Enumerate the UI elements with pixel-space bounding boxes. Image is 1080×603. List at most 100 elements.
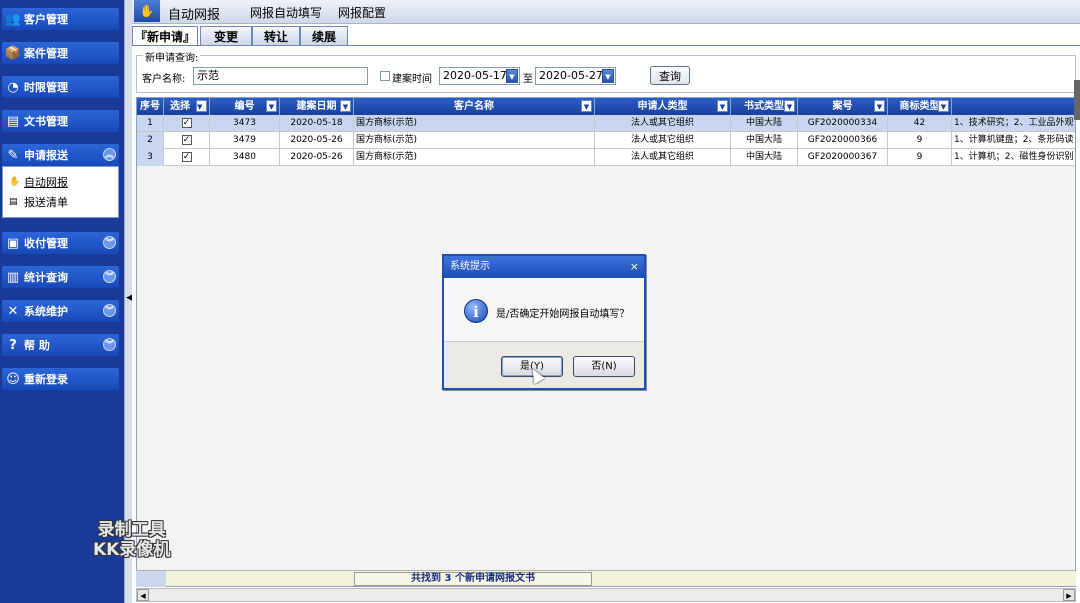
cell-case: GF2020000367 bbox=[798, 149, 888, 166]
col-header-case[interactable]: 案号 ▼ bbox=[798, 98, 888, 115]
table-row[interactable]: 2 ✓ 3479 2020-05-26 国方商标(示范) 法人或其它组织 中国大… bbox=[137, 132, 1075, 149]
scroll-right-icon[interactable]: ▶ bbox=[1063, 589, 1075, 601]
dropdown-icon[interactable]: ▼ bbox=[874, 100, 885, 112]
chevron-down-icon[interactable]: ▼ bbox=[506, 69, 518, 83]
result-count-text: 共找到 3 个新申请网报文书 bbox=[354, 572, 592, 586]
chevron-up-icon[interactable]: ︽ bbox=[103, 148, 116, 161]
chevron-down-icon[interactable]: ︾ bbox=[103, 236, 116, 249]
table-row[interactable]: 3 ✓ 3480 2020-05-26 国方商标(示范) 法人或其它组织 中国大… bbox=[137, 149, 1075, 166]
cell-number: 3473 bbox=[210, 115, 280, 132]
dropdown-icon[interactable]: ▼ bbox=[266, 100, 277, 112]
date-filter-checkbox[interactable] bbox=[380, 71, 390, 81]
vertical-scrollbar[interactable] bbox=[1074, 80, 1080, 120]
cell-applicant: 法人或其它组织 bbox=[595, 149, 731, 166]
dropdown-icon[interactable]: ▼ bbox=[581, 100, 592, 112]
sidebar-item-system[interactable]: ✕ 系统维护 ︾ bbox=[2, 300, 119, 322]
chevron-down-icon[interactable]: ︾ bbox=[103, 304, 116, 317]
cell-applicant: 法人或其它组织 bbox=[595, 132, 731, 149]
sidebar-item-relogin[interactable]: ☺ 重新登录 bbox=[2, 368, 119, 390]
query-button[interactable]: 查询 bbox=[650, 66, 690, 85]
dropdown-icon[interactable]: ▼ bbox=[196, 100, 207, 112]
sidebar-subitem-report-list[interactable]: ▤ 报送清单 bbox=[3, 192, 118, 212]
client-name-input[interactable]: 示范 bbox=[193, 67, 368, 85]
cell-format: 中国大陆 bbox=[731, 149, 798, 166]
cell-format: 中国大陆 bbox=[731, 115, 798, 132]
sidebar-item-payments[interactable]: ▣ 收付管理 ︾ bbox=[2, 232, 119, 254]
cell-case: GF2020000366 bbox=[798, 132, 888, 149]
col-header-seq[interactable]: 序号 bbox=[137, 98, 164, 115]
cell-select[interactable]: ✓ bbox=[164, 132, 210, 149]
sidebar-item-clients[interactable]: 👥 客户管理 bbox=[2, 8, 119, 30]
sidebar-item-help[interactable]: ? 帮 助 ︾ bbox=[2, 334, 119, 356]
dropdown-icon[interactable]: ▼ bbox=[717, 100, 728, 112]
sidebar-item-deadlines[interactable]: ◔ 时限管理 bbox=[2, 76, 119, 98]
cell-date: 2020-05-18 bbox=[280, 115, 354, 132]
col-header-select[interactable]: 选择 ▼ bbox=[164, 98, 210, 115]
cell-select[interactable]: ✓ bbox=[164, 149, 210, 166]
tab-renewal[interactable]: 续展 bbox=[300, 26, 348, 45]
col-header-number[interactable]: 编号 ▼ bbox=[210, 98, 280, 115]
date-to-value: 2020-05-27 bbox=[539, 69, 603, 82]
top-toolbar: ✋ 自动网报 网报自动填写 网报配置 bbox=[132, 0, 1080, 24]
page-title: 自动网报 bbox=[168, 8, 221, 23]
sidebar-item-documents[interactable]: ▤ 文书管理 bbox=[2, 110, 119, 132]
scroll-left-icon[interactable]: ◀ bbox=[137, 589, 149, 601]
sidebar: 👥 客户管理 📦 案件管理 ◔ 时限管理 ▤ 文书管理 ✎ 申请报送 ︽ ✋ 自动网报 ▤ 报送… bbox=[0, 0, 124, 603]
sidebar-item-stats[interactable]: ▥ 统计查询 ︾ bbox=[2, 266, 119, 288]
cell-number: 3479 bbox=[210, 132, 280, 149]
dialog-titlebar[interactable]: 系统提示 × bbox=[444, 256, 644, 278]
relogin-icon: ☺ bbox=[6, 371, 20, 387]
cell-trademark: 9 bbox=[888, 132, 952, 149]
dropdown-icon[interactable]: ▼ bbox=[784, 100, 795, 112]
sidebar-item-label: 重新登录 bbox=[24, 373, 68, 386]
cell-number: 3480 bbox=[210, 149, 280, 166]
clock-icon: ◔ bbox=[7, 79, 19, 95]
date-to-input[interactable]: 2020-05-27 ▼ bbox=[535, 67, 616, 85]
col-header-format[interactable]: 书式类型 ▼ bbox=[731, 98, 798, 115]
tab-transfer[interactable]: 转让 bbox=[252, 26, 300, 45]
row-checkbox[interactable]: ✓ bbox=[181, 151, 192, 162]
dropdown-icon[interactable]: ▼ bbox=[340, 100, 351, 112]
col-header-label: 商标类型 bbox=[899, 101, 940, 112]
watermark-line1: 录制工具 bbox=[97, 520, 166, 540]
close-icon[interactable]: × bbox=[630, 256, 639, 278]
col-header-label: 选择 bbox=[170, 101, 190, 112]
date-to-label: 至 bbox=[523, 74, 533, 85]
cell-select[interactable]: ✓ bbox=[164, 115, 210, 132]
row-checkbox[interactable]: ✓ bbox=[181, 134, 192, 145]
no-button[interactable]: 否(N) bbox=[573, 356, 635, 377]
chevron-down-icon[interactable]: ▼ bbox=[602, 69, 614, 83]
sidebar-item-label: 客户管理 bbox=[24, 13, 68, 26]
col-header-trademark[interactable]: 商标类型 ▼ bbox=[888, 98, 952, 115]
help-icon: ? bbox=[9, 337, 17, 353]
tab-change[interactable]: 变更 bbox=[200, 26, 252, 45]
tab-new-application[interactable]: 『新申请』 bbox=[132, 26, 198, 46]
col-header-date[interactable]: 建案日期 ▼ bbox=[280, 98, 354, 115]
cell-applicant: 法人或其它组织 bbox=[595, 115, 731, 132]
menu-auto-fill[interactable]: 网报自动填写 bbox=[250, 4, 322, 21]
sidebar-subpanel: ✋ 自动网报 ▤ 报送清单 bbox=[2, 166, 119, 218]
col-header-client[interactable]: 客户名称 ▼ bbox=[354, 98, 595, 115]
sidebar-item-submission[interactable]: ✎ 申请报送 ︽ bbox=[2, 144, 119, 166]
horizontal-scrollbar[interactable]: ◀ ▶ bbox=[136, 588, 1076, 602]
menu-config[interactable]: 网报配置 bbox=[338, 4, 386, 21]
row-checkbox[interactable]: ✓ bbox=[181, 117, 192, 128]
sidebar-item-label: 时限管理 bbox=[24, 81, 68, 94]
hand-icon: ✋ bbox=[134, 0, 160, 22]
table-row[interactable]: 1 ✓ 3473 2020-05-18 国方商标(示范) 法人或其它组织 中国大… bbox=[137, 115, 1075, 132]
dialog-title: 系统提示 bbox=[450, 261, 490, 272]
col-header-applicant[interactable]: 申请人类型 ▼ bbox=[595, 98, 731, 115]
date-from-input[interactable]: 2020-05-17 ▼ bbox=[439, 67, 520, 85]
sidebar-splitter[interactable]: ◀ bbox=[124, 0, 133, 603]
col-header-label: 编号 bbox=[234, 101, 255, 112]
document-icon: ▤ bbox=[6, 113, 20, 129]
info-icon: i bbox=[464, 299, 488, 323]
sidebar-item-cases[interactable]: 📦 案件管理 bbox=[2, 42, 119, 64]
footer-left-cell bbox=[136, 571, 166, 587]
chevron-down-icon[interactable]: ︾ bbox=[103, 270, 116, 283]
confirm-dialog: 系统提示 × i 是/否确定开始网报自动填写？ 是(Y) 否(N) bbox=[442, 254, 646, 390]
col-header-goods[interactable] bbox=[952, 98, 1075, 115]
sidebar-subitem-auto-report[interactable]: ✋ 自动网报 bbox=[3, 172, 118, 192]
chevron-down-icon[interactable]: ︾ bbox=[103, 338, 116, 351]
dropdown-icon[interactable]: ▼ bbox=[938, 100, 949, 112]
